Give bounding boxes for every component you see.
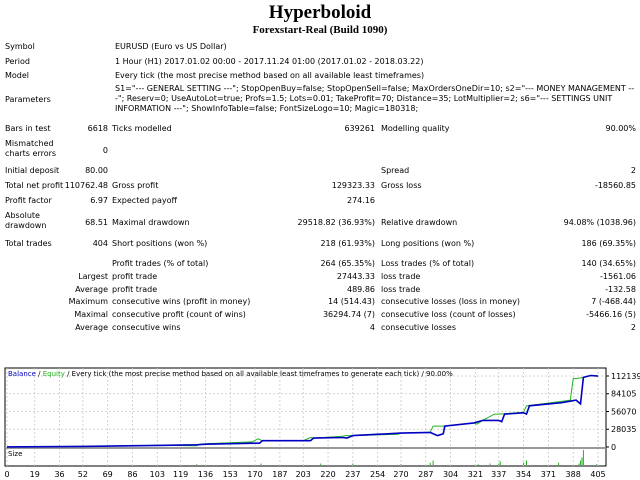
x-tick-label: 337: [491, 470, 506, 479]
x-tick-label: 304: [443, 470, 458, 479]
x-tick-label: 170: [247, 470, 262, 479]
chart-title-balance: Balance: [8, 370, 36, 378]
balance-equity-chart: 0 19 36 52 69 86 103 119 136 153 170 187 203 220 237 25…: [4, 367, 640, 479]
x-tick-label: 153: [223, 470, 238, 479]
x-tick-label: 52: [78, 470, 88, 479]
x-tick-label: 388: [566, 470, 581, 479]
x-tick-label: 237: [345, 470, 360, 479]
x-tick-label: 405: [590, 470, 605, 479]
x-tick-label: 0: [4, 470, 9, 479]
chart-title-rest: / Every tick (the most precise method ba…: [65, 370, 453, 378]
x-tick-label: 36: [54, 470, 64, 479]
x-tick-label: 119: [173, 470, 188, 479]
chart-frame: [4, 367, 607, 467]
chart-title: Balance / Equity / Every tick (the most …: [8, 370, 453, 378]
y-tick-label: 112139: [611, 372, 640, 381]
x-tick-label: 136: [198, 470, 213, 479]
x-tick-label: 203: [296, 470, 311, 479]
x-tick-label: 220: [320, 470, 335, 479]
x-tick-label: 19: [30, 470, 40, 479]
y-tick-label: 0: [611, 443, 616, 452]
x-tick-label: 371: [541, 470, 556, 479]
y-tick-label: 84105: [611, 390, 636, 399]
x-tick-label: 69: [103, 470, 113, 479]
x-tick-label: 354: [516, 470, 531, 479]
x-tick-label: 270: [393, 470, 408, 479]
x-tick-label: 287: [418, 470, 433, 479]
chart-title-equity: Equity: [43, 370, 65, 378]
chart-title-sep1: /: [36, 370, 43, 378]
y-tick-label: 56070: [611, 407, 636, 416]
x-tick-label: 86: [127, 470, 137, 479]
y-tick-label: 28035: [611, 425, 636, 434]
x-tick-label: 254: [370, 470, 385, 479]
x-tick-label: 103: [150, 470, 165, 479]
size-label: Size: [8, 450, 22, 458]
x-tick-label: 187: [272, 470, 287, 479]
x-tick-label: 321: [468, 470, 483, 479]
panel-separator: [5, 447, 606, 449]
